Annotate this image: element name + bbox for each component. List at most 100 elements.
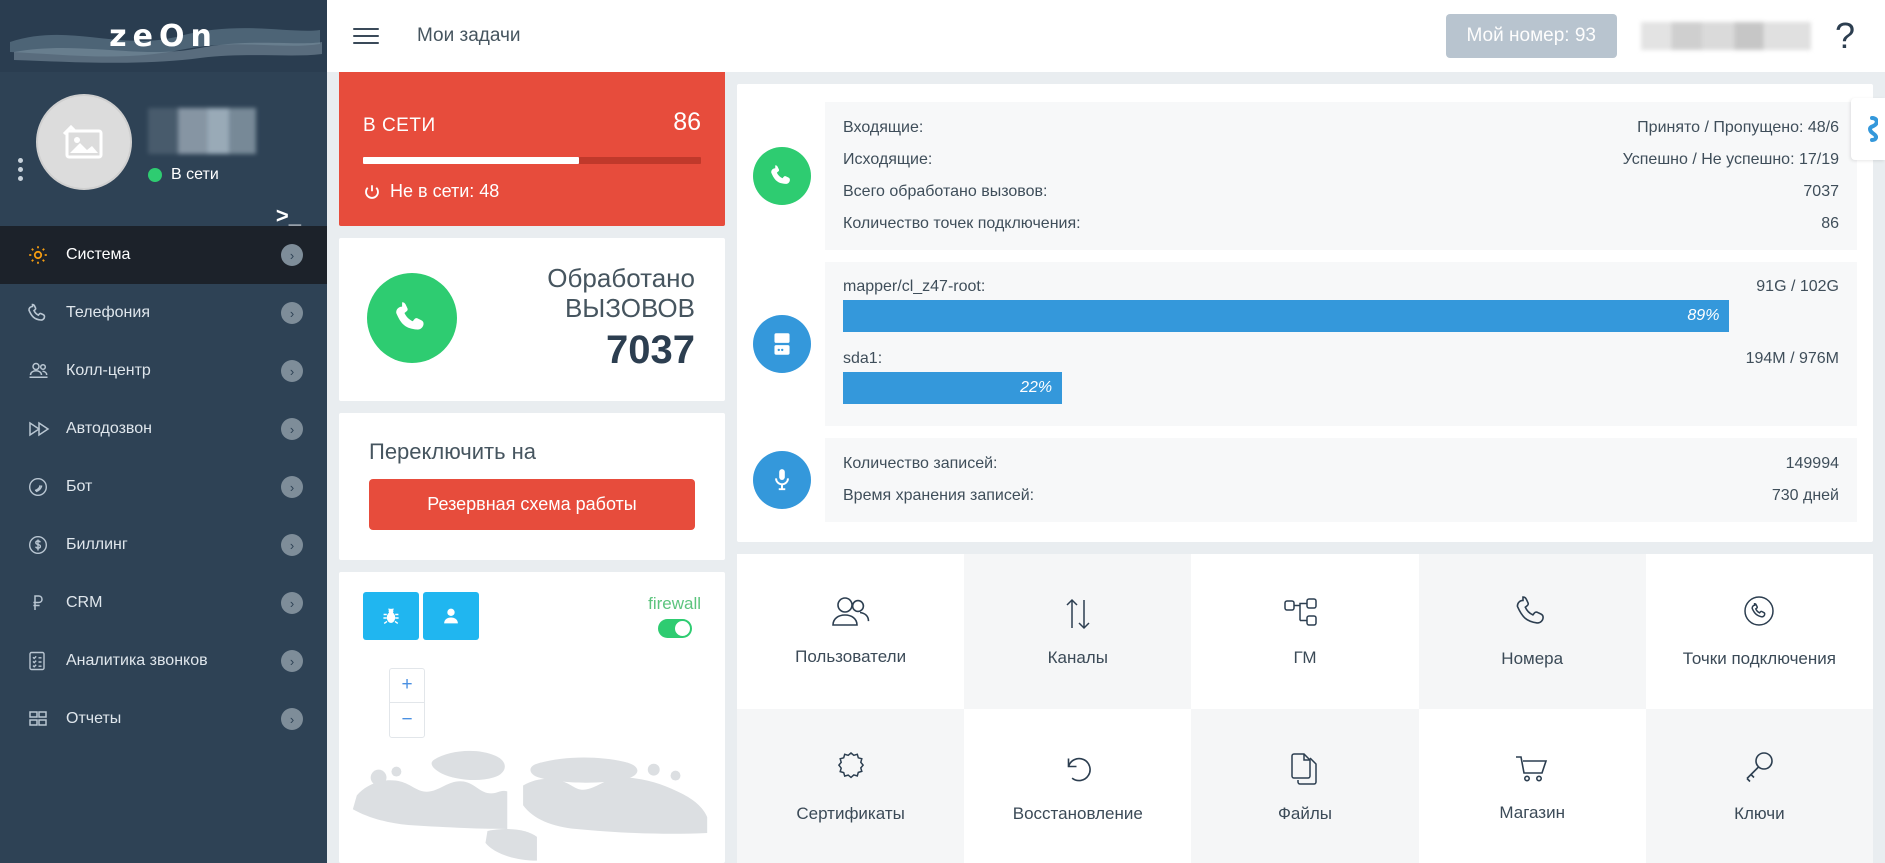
reserve-scheme-button[interactable]: Резервная схема работы xyxy=(369,478,695,530)
phone-circle-icon xyxy=(1744,596,1775,626)
disk-stats-rows: mapper/cl_z47-root: 91G / 102G 89% sda1:… xyxy=(825,262,1857,426)
key-icon xyxy=(1746,751,1774,782)
sidebar-nav: Система › Телефония › Колл-центр › Автод… xyxy=(0,226,327,748)
stat-label: Количество точек подключения: xyxy=(843,215,1081,232)
account-name-redacted xyxy=(1640,22,1811,50)
gear-icon xyxy=(26,243,66,267)
sidebar-item-billing[interactable]: Биллинг › xyxy=(0,516,327,574)
disk-usage-bar: 22% xyxy=(843,372,1839,404)
tile-files[interactable]: Файлы xyxy=(1191,708,1419,863)
online-count: 86 xyxy=(673,108,701,136)
sidebar-item-system[interactable]: Система › xyxy=(0,226,327,284)
sidebar-item-callcenter[interactable]: Колл-центр › xyxy=(0,342,327,400)
processed-calls-line1: Обработано xyxy=(547,263,695,293)
fast-forward-icon xyxy=(26,418,66,440)
stat-label: Входящие: xyxy=(843,119,924,136)
phone-glyph xyxy=(771,165,790,184)
switch-scheme-label: Переключить на xyxy=(369,438,537,464)
stat-label: Время хранения записей: xyxy=(843,487,1035,504)
sidebar-item-bot[interactable]: Бот › xyxy=(0,458,327,516)
brand-logo[interactable]: zeOn xyxy=(0,0,327,72)
stat-value: 7037 xyxy=(1803,183,1839,200)
user-icon[interactable] xyxy=(423,591,479,640)
profile-more-menu[interactable] xyxy=(18,158,23,181)
tile-keys[interactable]: Ключи xyxy=(1645,708,1873,863)
sidebar-item-telephony[interactable]: Телефония › xyxy=(0,284,327,342)
tile-channels[interactable]: Каналы xyxy=(964,554,1192,709)
tile-numbers[interactable]: Номера xyxy=(1418,554,1646,709)
question-mark-icon[interactable]: ? xyxy=(1835,18,1863,54)
tile-certificates[interactable]: Сертификаты xyxy=(737,708,965,863)
user-glyph xyxy=(444,608,458,624)
sidebar-item-call-analytics[interactable]: Аналитика звонков › xyxy=(0,632,327,690)
phone-icon xyxy=(367,273,457,364)
avatar[interactable] xyxy=(36,94,132,190)
chevron-right-icon: › xyxy=(281,302,303,324)
processed-calls-text: Обработано ВЫЗОВОВ 7037 xyxy=(475,263,695,373)
power-icon xyxy=(365,184,379,199)
chat-drawer-tab[interactable] xyxy=(1851,98,1885,160)
sidebar-item-crm[interactable]: CRM › xyxy=(0,574,327,632)
microphone-icon xyxy=(753,451,811,509)
stat-value: Успешно / Не успешно: 17/19 xyxy=(1622,151,1839,168)
dot xyxy=(18,158,23,163)
sidebar-item-label: Отчеты xyxy=(66,710,122,727)
records-stats-rows: Количество записей: 149994 Время хранени… xyxy=(825,438,1857,522)
tile-shop[interactable]: Магазин xyxy=(1418,708,1646,863)
switch-scheme-card: Переключить на Резервная схема работы xyxy=(339,412,725,560)
toggle-knob xyxy=(674,620,690,636)
online-status-card: В СЕТИ 86 Не в сети: 48 xyxy=(339,72,725,226)
world-map[interactable] xyxy=(339,734,725,863)
terminal-icon[interactable]: >_ xyxy=(276,205,301,227)
stat-row: Количество записей: 149994 xyxy=(843,448,1839,480)
tile-recovery[interactable]: Восстановление xyxy=(964,708,1192,863)
phone-glyph xyxy=(396,302,424,330)
disk-usage-fill: 89% xyxy=(843,300,1730,332)
disk-icon xyxy=(753,315,811,373)
online-progress-bar xyxy=(363,157,701,164)
chat-icon xyxy=(1867,116,1878,142)
tile-connection-points[interactable]: Точки подключения xyxy=(1645,554,1873,709)
checklist-icon xyxy=(26,649,66,673)
stat-label: Количество записей: xyxy=(843,455,998,472)
tile-label: Файлы xyxy=(1277,803,1332,823)
stat-value: 730 дней xyxy=(1771,487,1839,504)
top-bar: Мои задачи Мой номер: 93 ? xyxy=(327,0,1885,72)
burger-line xyxy=(353,35,379,37)
firewall-label: firewall xyxy=(648,593,701,613)
disk-stats-block: mapper/cl_z47-root: 91G / 102G 89% sda1:… xyxy=(753,256,1857,432)
sidebar-item-label: Колл-центр xyxy=(66,362,151,379)
sidebar-item-label: Биллинг xyxy=(66,536,128,553)
tile-label: ГМ xyxy=(1293,648,1317,668)
sidebar-item-label: Телефония xyxy=(66,304,150,321)
sidebar-item-autodial[interactable]: Автодозвон › xyxy=(0,400,327,458)
dot xyxy=(18,167,23,172)
microphone-circle-badge xyxy=(753,451,811,509)
online-label: В СЕТИ xyxy=(363,115,436,136)
bug-icon[interactable] xyxy=(363,591,419,640)
widgets-column: В СЕТИ 86 Не в сети: 48 Обработано ВЫЗОВ… xyxy=(339,72,725,863)
disk-usage-bar: 89% xyxy=(843,300,1839,332)
dot xyxy=(18,176,23,181)
my-number-badge[interactable]: Мой номер: 93 xyxy=(1445,14,1617,58)
stats-column: Входящие: Принято / Пропущено: 48/6 Исхо… xyxy=(737,84,1885,863)
hamburger-icon[interactable] xyxy=(353,28,379,44)
sidebar-item-reports[interactable]: Отчеты › xyxy=(0,690,327,748)
top-bar-right: Мой номер: 93 ? xyxy=(1445,14,1863,58)
disk-name: mapper/cl_z47-root: xyxy=(843,278,986,295)
user-profile: В сети xyxy=(0,72,327,216)
tile-gm[interactable]: ГМ xyxy=(1191,554,1419,709)
map-zoom-out-button[interactable]: − xyxy=(390,703,424,737)
disk-size: 91G / 102G xyxy=(1756,278,1839,295)
online-dot-icon xyxy=(148,168,162,182)
tile-users[interactable]: Пользователи xyxy=(737,554,965,709)
chevron-right-icon: › xyxy=(281,708,303,730)
arrows-updown-icon xyxy=(1066,599,1090,630)
records-stats-block: Количество записей: 149994 Время хранени… xyxy=(753,432,1857,528)
firewall-toggle[interactable] xyxy=(657,618,692,638)
tile-label: Каналы xyxy=(1047,648,1108,668)
certificate-icon xyxy=(837,751,864,779)
map-zoom-in-button[interactable]: + xyxy=(390,669,424,703)
system-stats-panel: Входящие: Принято / Пропущено: 48/6 Исхо… xyxy=(737,84,1873,542)
burger-line xyxy=(353,42,379,44)
